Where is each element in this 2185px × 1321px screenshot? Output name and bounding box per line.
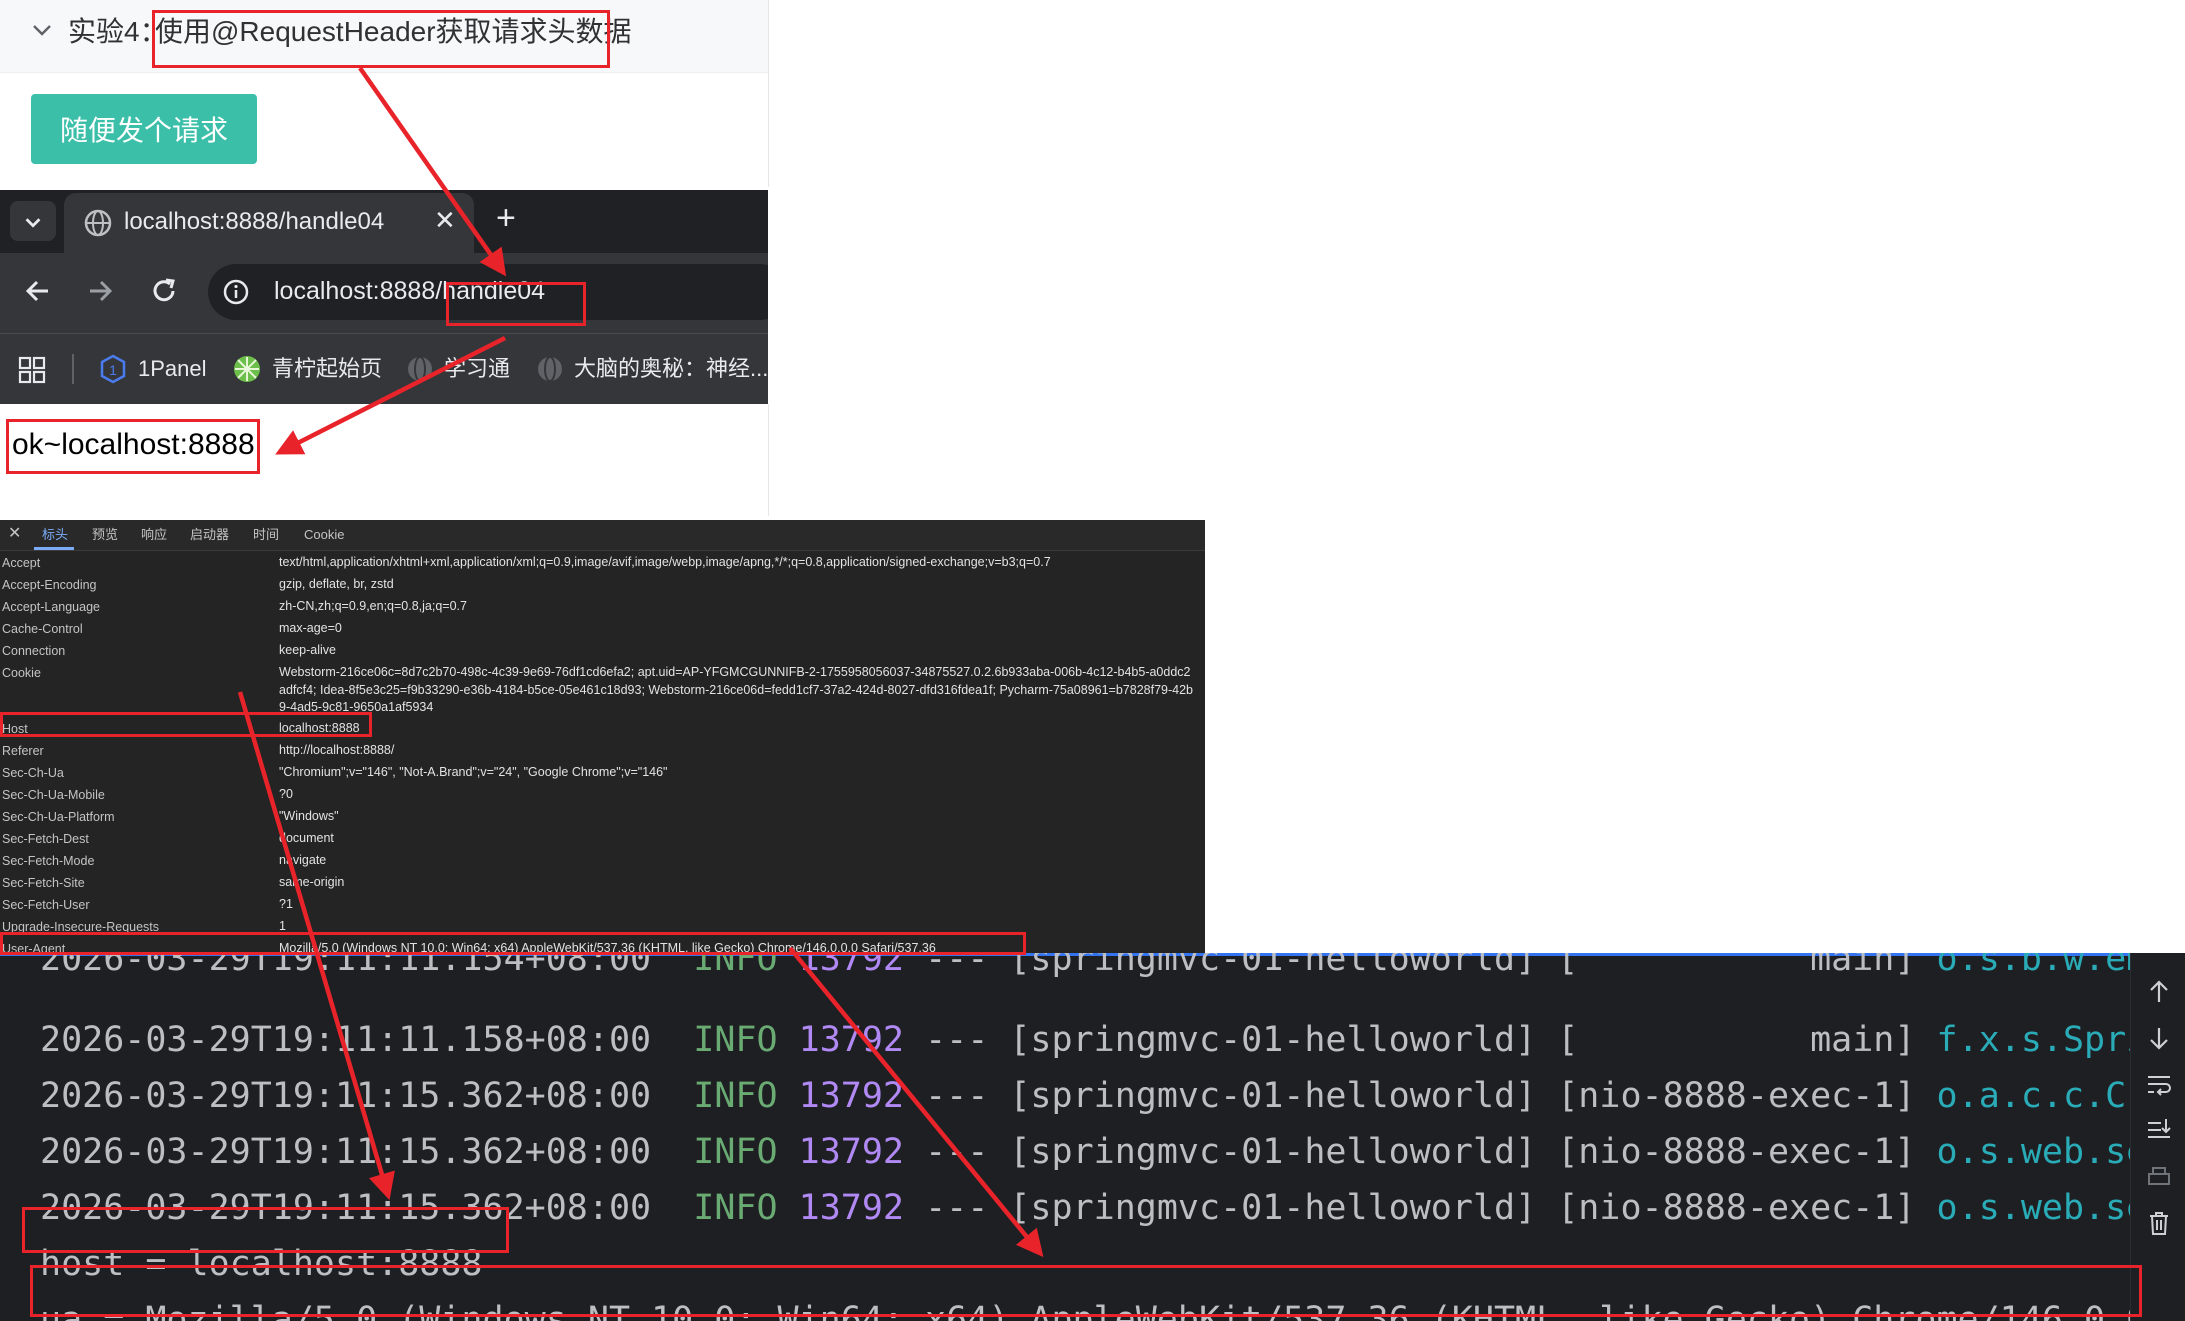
svg-text:1: 1	[109, 362, 117, 378]
devtools-tabbar: ✕ 标头 预览 响应 启动器 时间 Cookie	[0, 520, 1205, 551]
header-value: gzip, deflate, br, zstd	[279, 577, 394, 591]
header-name: Referer	[2, 744, 44, 758]
header-name: Cache-Control	[2, 622, 83, 636]
close-icon[interactable]: ✕	[8, 523, 21, 545]
log-line: 2026-03-29T19:11:15.362+08:00 INFO 13792…	[40, 1188, 2185, 1228]
devtools-panel: ✕ 标头 预览 响应 启动器 时间 Cookie Accept text/htm…	[0, 520, 1205, 953]
bookmark-divider	[72, 354, 74, 384]
header-value: max-age=0	[279, 621, 342, 635]
reload-icon[interactable]	[148, 275, 180, 307]
tab-initiator[interactable]: 启动器	[190, 526, 229, 544]
header-value: "Windows"	[279, 809, 339, 823]
header-name: Accept-Encoding	[2, 578, 97, 592]
header-name: Accept	[2, 556, 41, 570]
soft-wrap-icon[interactable]	[2145, 1070, 2173, 1098]
bookmark-1panel[interactable]: 1Panel	[138, 354, 207, 384]
page-content: ok~localhost:8888	[0, 404, 769, 516]
header-value: Webstorm-216ce06c=8d7c2b70-498c-4c39-9e6…	[279, 665, 1194, 714]
browser-toolbar: localhost:8888/handle04	[0, 253, 768, 333]
header-value: zh-CN,zh;q=0.9,en;q=0.8,ja;q=0.7	[279, 599, 467, 613]
new-tab-button[interactable]: +	[496, 200, 516, 236]
chevron-down-icon[interactable]	[30, 18, 54, 42]
header-name: Sec-Fetch-Mode	[2, 854, 95, 868]
globe-icon	[538, 356, 562, 382]
header-value-user-agent: Mozilla/5.0 (Windows NT 10.0; Win64; x64…	[279, 941, 936, 953]
tab-timing[interactable]: 时间	[253, 526, 279, 544]
header-name: Sec-Fetch-Dest	[2, 832, 89, 846]
header-value: text/html,application/xhtml+xml,applicat…	[279, 555, 1051, 569]
tab-title: localhost:8888/handle04	[124, 208, 385, 235]
tab-response[interactable]: 响应	[141, 526, 167, 544]
tab-headers[interactable]: 标头	[42, 526, 68, 544]
bookmarks-bar: 1 1Panel 青柠起始页 学习通 大脑的奥秘：神经...	[0, 333, 768, 404]
experiment-header[interactable]: 实验4： 使用@RequestHeader获取请求头数据	[0, 0, 768, 73]
header-value: ?0	[279, 787, 293, 801]
log-line: 2026-03-29T19:11:11.154+08:00 INFO 13792…	[40, 953, 2185, 979]
log-line: 2026-03-29T19:11:15.362+08:00 INFO 13792…	[40, 1076, 2185, 1116]
tab-preview[interactable]: 预览	[92, 526, 118, 544]
site-info-icon[interactable]	[222, 278, 250, 306]
header-name: Sec-Fetch-Site	[2, 876, 85, 890]
forward-arrow-icon[interactable]	[84, 275, 116, 307]
tab-search-button[interactable]	[10, 201, 56, 241]
header-value: same-origin	[279, 875, 345, 889]
header-name: Cookie	[2, 666, 41, 680]
log-line: 2026-03-29T19:11:15.362+08:00 INFO 13792…	[40, 1132, 2185, 1172]
header-value: ?1	[279, 897, 293, 911]
bookmark-brain[interactable]: 大脑的奥秘：神经...	[574, 354, 768, 384]
browser-tab[interactable]: localhost:8888/handle04 ✕	[64, 193, 474, 253]
scroll-to-end-icon[interactable]	[2145, 1116, 2173, 1144]
bookmark-qingning[interactable]: 青柠起始页	[272, 354, 382, 384]
log-line: 2026-03-29T19:11:11.158+08:00 INFO 13792…	[40, 1020, 2185, 1060]
chevron-down-icon	[25, 218, 41, 228]
header-value: 1	[279, 919, 286, 933]
arrow-up-icon[interactable]	[2145, 978, 2173, 1006]
header-name: Sec-Fetch-User	[2, 898, 90, 912]
globe-icon	[408, 356, 432, 382]
url-path: /handle04	[435, 277, 546, 305]
apps-grid-icon[interactable]	[18, 356, 46, 384]
globe-icon	[84, 209, 112, 237]
browser-window: localhost:8888/handle04 ✕ + localhost:88…	[0, 190, 768, 404]
lemon-logo-icon	[234, 356, 260, 382]
header-name: Connection	[2, 644, 66, 658]
header-name-host: Host	[2, 722, 28, 736]
header-value-host: localhost:8888	[279, 721, 360, 735]
header-value: keep-alive	[279, 643, 336, 657]
console-host-output: host = localhost:8888	[40, 1244, 483, 1284]
active-tab-indicator	[34, 547, 74, 550]
bookmark-xuexitong[interactable]: 学习通	[444, 354, 510, 384]
send-request-button[interactable]: 随便发个请求	[31, 94, 257, 164]
console-side-toolbar	[2130, 953, 2185, 1321]
header-value: document	[279, 831, 334, 845]
response-text: ok~localhost:8888	[12, 428, 255, 461]
header-name: Sec-Ch-Ua-Platform	[2, 810, 115, 824]
1panel-logo-icon: 1	[100, 354, 126, 384]
close-tab-icon[interactable]: ✕	[434, 205, 456, 235]
header-name: Upgrade-Insecure-Requests	[2, 920, 160, 934]
back-arrow-icon[interactable]	[22, 275, 54, 307]
console-ua-output: ua = Mozilla/5.0 (Windows NT 10.0; Win64…	[40, 1300, 2185, 1321]
url-text: localhost:8888/handle04	[274, 275, 545, 307]
tab-cookies[interactable]: Cookie	[304, 526, 344, 544]
header-name: Sec-Ch-Ua-Mobile	[2, 788, 105, 802]
trash-icon[interactable]	[2145, 1209, 2173, 1237]
arrow-down-icon[interactable]	[2145, 1024, 2173, 1052]
header-value: http://localhost:8888/	[279, 743, 395, 757]
print-icon[interactable]	[2145, 1163, 2173, 1191]
header-name: Accept-Language	[2, 600, 100, 614]
header-name: Sec-Ch-Ua	[2, 766, 64, 780]
address-bar[interactable]: localhost:8888/handle04	[208, 264, 768, 320]
run-console: 2026-03-29T19:11:11.154+08:00 INFO 13792…	[0, 953, 2185, 1321]
experiment-panel: 实验4： 使用@RequestHeader获取请求头数据 随便发个请求	[0, 0, 769, 187]
header-value: navigate	[279, 853, 327, 867]
experiment-title: 使用@RequestHeader获取请求头数据	[155, 16, 632, 47]
header-value: "Chromium";v="146", "Not-A.Brand";v="24"…	[279, 765, 668, 779]
header-name-user-agent: User-Agent	[2, 942, 66, 953]
url-host: localhost:8888	[274, 277, 436, 305]
experiment-label: 实验4：	[68, 16, 168, 47]
